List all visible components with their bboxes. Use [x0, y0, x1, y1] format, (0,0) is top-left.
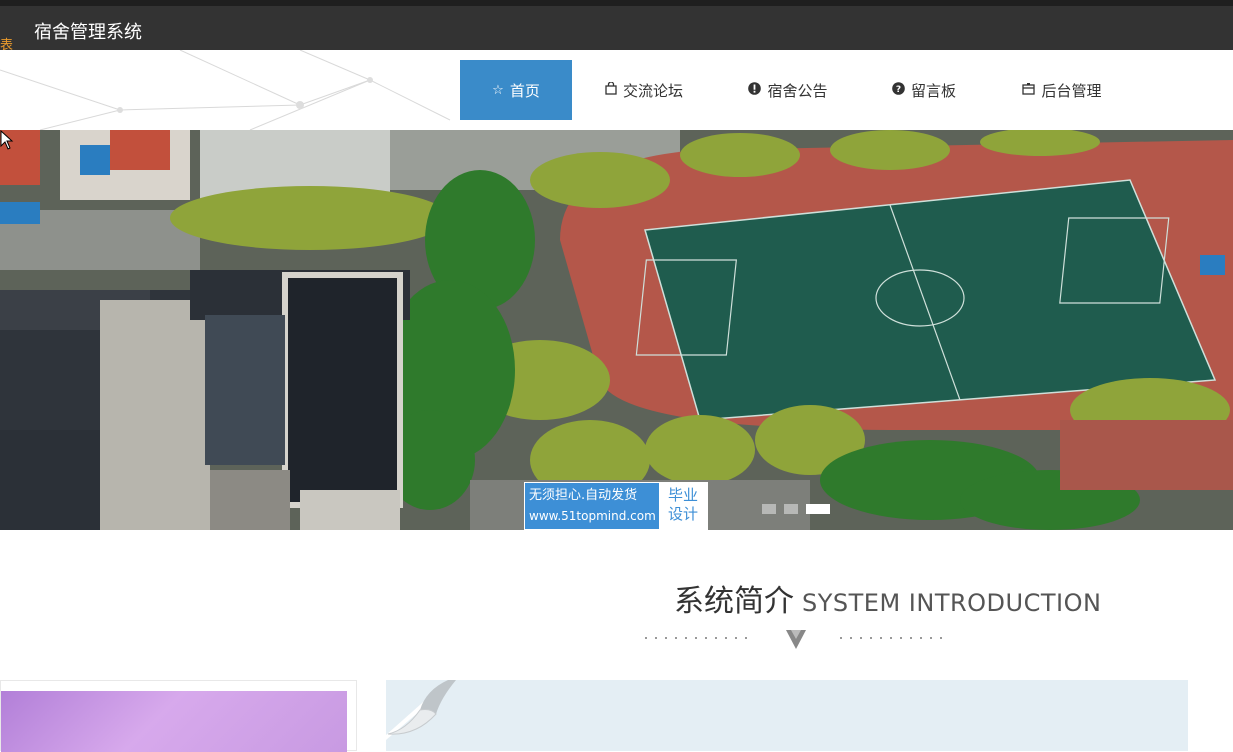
- watermark-badge-line1: 毕业: [667, 486, 698, 504]
- watermark-label: 毕业 设计: [659, 483, 707, 529]
- bag-icon: [605, 80, 617, 99]
- nav-band: ☆ 首页 交流论坛 宿舍公告 ? 留言板 后台管理: [0, 50, 1233, 130]
- section-title-zh: 系统简介: [674, 584, 794, 619]
- carousel-dot-3[interactable]: [806, 504, 830, 514]
- page-curl-decoration: [386, 680, 456, 740]
- carousel-dot-1[interactable]: [762, 504, 776, 514]
- nav-home[interactable]: ☆ 首页: [460, 60, 572, 120]
- question-icon: ?: [892, 81, 905, 99]
- nav-dorm-notice-label: 宿舍公告: [767, 81, 828, 100]
- nav-home-label: 首页: [509, 81, 540, 100]
- section-title: 系统简介 SYSTEM INTRODUCTION: [674, 576, 1101, 620]
- mouse-cursor-icon: [0, 130, 14, 150]
- intro-text-card: [386, 680, 1188, 751]
- nav-message-board-label: 留言板: [910, 81, 956, 100]
- intro-image-card: [0, 680, 357, 752]
- title-divider: [645, 630, 950, 649]
- nav-dorm-notice[interactable]: 宿舍公告: [716, 60, 860, 120]
- exclamation-icon: [748, 81, 762, 99]
- watermark-badge-line2: 设计: [667, 505, 698, 523]
- star-icon: ☆: [492, 82, 504, 98]
- nav-forum[interactable]: 交流论坛: [572, 60, 716, 120]
- nav-forum-label: 交流论坛: [622, 81, 683, 100]
- campus-aerial-image: [0, 130, 1233, 530]
- carousel-indicators: [762, 504, 838, 514]
- nav-admin-label: 后台管理: [1041, 81, 1102, 100]
- nav-admin[interactable]: 后台管理: [988, 60, 1136, 120]
- banner-carousel[interactable]: 无须担心.自动发货 www.51topmind.com 毕业 设计: [0, 130, 1233, 530]
- app-title: 宿舍管理系统: [34, 22, 142, 43]
- main-nav: ☆ 首页 交流论坛 宿舍公告 ? 留言板 后台管理: [460, 60, 1136, 120]
- section-title-en: SYSTEM INTRODUCTION: [802, 589, 1102, 617]
- intro-photo: [1, 691, 347, 752]
- box-icon: [1022, 82, 1036, 99]
- nav-message-board[interactable]: ? 留言板: [860, 60, 988, 120]
- watermark-url: www.51topmind.com: [529, 509, 656, 523]
- top-bar: 表 宿舍管理系统: [0, 0, 1233, 53]
- watermark-text: 无须担心.自动发货 www.51topmind.com: [525, 483, 659, 529]
- watermark-line1: 无须担心.自动发货: [529, 488, 638, 503]
- svg-text:?: ?: [896, 85, 901, 95]
- watermark-badge: 无须担心.自动发货 www.51topmind.com 毕业 设计: [524, 482, 708, 530]
- carousel-dot-2[interactable]: [784, 504, 798, 514]
